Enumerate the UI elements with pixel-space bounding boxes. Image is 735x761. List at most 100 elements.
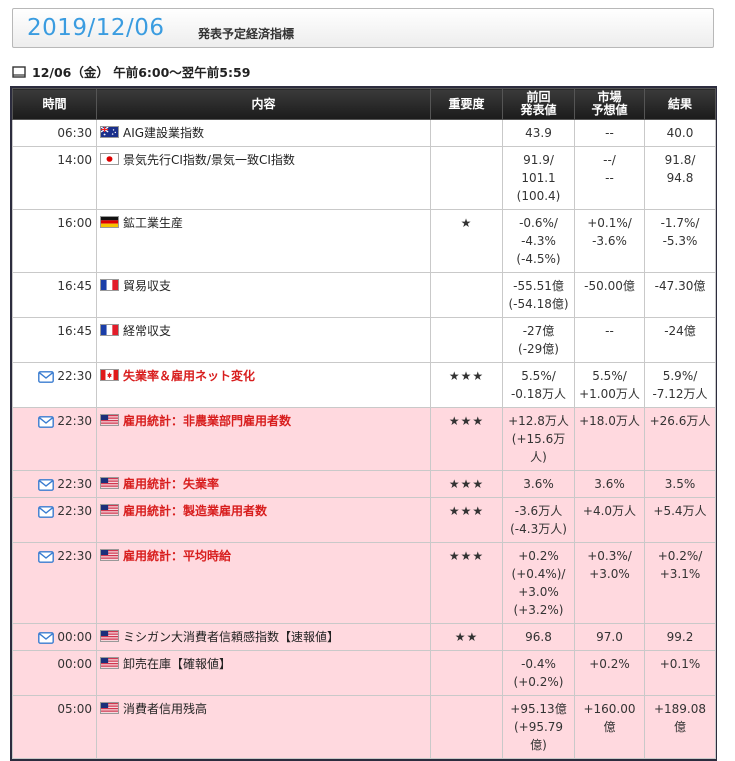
importance-cell: [430, 650, 503, 696]
value-line: +0.2%: [589, 657, 630, 671]
value-line: -4.3%: [521, 234, 556, 248]
value-line: --: [605, 171, 614, 185]
indicator-title: 鉱工業生産: [123, 216, 184, 230]
value-line: -7.12万人: [652, 387, 708, 401]
value-line: -24億: [664, 324, 696, 338]
col-forecast: 市場 予想値: [574, 88, 645, 120]
result-value-cell: 3.5%: [644, 470, 716, 498]
indicator-title: 雇用統計：製造業雇用者数: [123, 504, 268, 518]
mail-alert-icon[interactable]: [38, 478, 55, 491]
time-text: 16:45: [57, 324, 92, 338]
mail-alert-icon[interactable]: [38, 370, 55, 383]
content-cell: 失業率＆雇用ネット変化: [96, 362, 431, 408]
result-value-cell: +26.6万人: [644, 407, 716, 471]
importance-cell: [430, 119, 503, 147]
france-flag-icon: [100, 324, 119, 336]
col-result: 結果: [644, 88, 716, 120]
time-text: 05:00: [57, 702, 92, 716]
mail-alert-icon[interactable]: [38, 631, 55, 644]
usa-flag-icon: [100, 657, 119, 669]
time-text: 22:30: [57, 504, 92, 518]
value-line: +1.00万人: [579, 387, 640, 401]
importance-cell: ★★★: [430, 407, 503, 471]
importance-cell: [430, 317, 503, 363]
table-row: 00:00 ミシガン大消費者信頼感指数【速報値】 ★★ 96.8 97.0 99.2: [12, 623, 716, 651]
value-line: (+0.4%)/: [511, 567, 566, 581]
col-previous-line2: 発表値: [520, 103, 557, 117]
table-row: 22:30 雇用統計：失業率 ★★★ 3.6% 3.6% 3.5%: [12, 470, 716, 498]
value-line: 91.9/: [523, 153, 554, 167]
time-text: 00:00: [57, 630, 92, 644]
value-line: (+3.2%): [513, 603, 564, 617]
value-line: 人): [530, 450, 547, 464]
canada-flag-icon: [100, 369, 119, 381]
content-cell: 雇用統計：非農業部門雇用者数: [96, 407, 431, 471]
table-row: 00:00 卸売在庫【確報値】 -0.4% (+0.2%) +0.2% +0.1%: [12, 650, 716, 696]
value-line: 96.8: [525, 630, 552, 644]
table-row: 22:30 雇用統計：平均時給 ★★★ +0.2% (+0.4%)/ +3.0% (+3.2…: [12, 542, 716, 624]
value-line: +95.13億: [510, 702, 567, 716]
value-line: (-4.3万人): [510, 522, 567, 536]
col-previous-line1: 前回: [526, 90, 551, 104]
time-text: 22:30: [57, 414, 92, 428]
value-line: 5.9%/: [662, 369, 698, 383]
usa-flag-icon: [100, 477, 119, 489]
importance-cell: ★★: [430, 623, 503, 651]
table-header-row: 時間 内容 重要度 前回 発表値 市場 予想値 結果: [12, 88, 716, 120]
value-line: 94.8: [666, 171, 694, 185]
value-line: (+15.6万: [511, 432, 566, 446]
col-forecast-line1: 市場: [597, 90, 622, 104]
importance-cell: ★★★: [430, 542, 503, 624]
result-value-cell: +5.4万人: [644, 497, 716, 543]
time-cell: 00:00: [12, 623, 97, 651]
value-line: +3.1%: [659, 567, 701, 581]
forecast-value-cell: +0.2%: [574, 650, 645, 696]
value-line: 3.5%: [664, 477, 696, 491]
value-line: +3.0%: [589, 567, 630, 581]
previous-value-cell: -0.6%/ -4.3% (-4.5%): [502, 209, 575, 273]
value-line: +18.0万人: [579, 414, 640, 428]
indicator-title: 貿易収支: [123, 279, 172, 293]
time-text: 06:30: [57, 126, 92, 140]
value-line: 99.2: [666, 630, 694, 644]
table-row: 06:30 AIG建設業指数 43.9 -- 40.0: [12, 119, 716, 147]
table-row: 05:00 消費者信用残高 +95.13億 (+95.79 億) +160.00億 +189…: [12, 695, 716, 759]
time-cell: 06:30: [12, 119, 97, 147]
france-flag-icon: [100, 279, 119, 291]
time-cell: 22:30: [12, 497, 97, 543]
usa-flag-icon: [100, 702, 119, 714]
content-cell: 雇用統計：失業率: [96, 470, 431, 498]
time-cell: 22:30: [12, 542, 97, 624]
value-line: -0.6%/: [519, 216, 558, 230]
time-text: 22:30: [57, 477, 92, 491]
result-value-cell: -1.7%/ -5.3%: [644, 209, 716, 273]
header-date: 2019/12/06: [27, 15, 165, 41]
time-cell: 00:00: [12, 650, 97, 696]
date-header: 2019/12/06 発表予定経済指標: [12, 8, 714, 48]
content-cell: 鉱工業生産: [96, 209, 431, 273]
time-text: 22:30: [57, 369, 92, 383]
forecast-value-cell: --: [574, 317, 645, 363]
time-text: 16:00: [57, 216, 92, 230]
value-line: 3.6%: [523, 477, 554, 491]
importance-cell: [430, 695, 503, 759]
value-line: -47.30億: [654, 279, 706, 293]
value-line: -50.00億: [584, 279, 635, 293]
time-cell: 16:45: [12, 272, 97, 318]
content-cell: 景気先行CI指数/景気一致CI指数: [96, 146, 431, 210]
indicator-title: 雇用統計：非農業部門雇用者数: [123, 414, 292, 428]
result-value-cell: -47.30億: [644, 272, 716, 318]
value-line: +0.1%/: [587, 216, 632, 230]
time-text: 00:00: [57, 657, 92, 671]
mail-alert-icon[interactable]: [38, 550, 55, 563]
value-line: +160.00億: [583, 702, 636, 734]
forecast-value-cell: -50.00億: [574, 272, 645, 318]
indicator-title: ミシガン大消費者信頼感指数【速報値】: [123, 630, 340, 644]
mail-alert-icon[interactable]: [38, 505, 55, 518]
result-value-cell: 5.9%/ -7.12万人: [644, 362, 716, 408]
value-line: -55.51億: [513, 279, 564, 293]
previous-value-cell: 43.9: [502, 119, 575, 147]
value-line: -0.4%: [521, 657, 556, 671]
value-line: -5.3%: [662, 234, 698, 248]
mail-alert-icon[interactable]: [38, 415, 55, 428]
